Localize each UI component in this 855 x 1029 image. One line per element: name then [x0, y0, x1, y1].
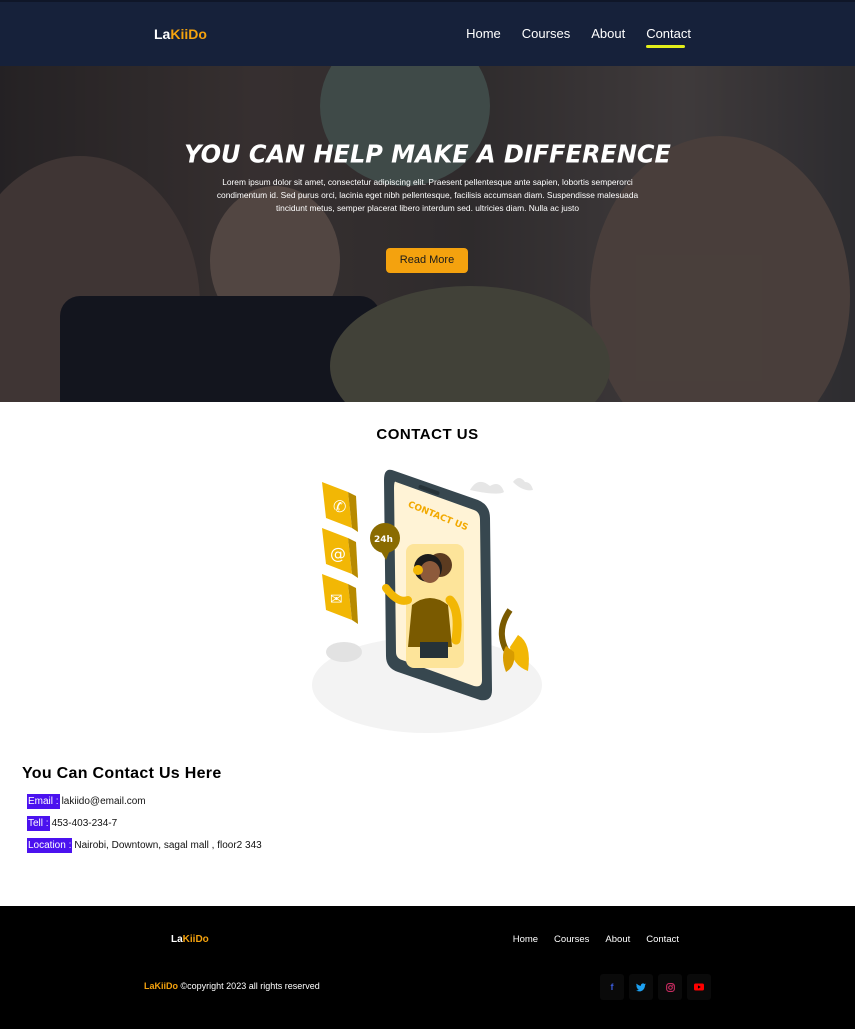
svg-text:✆: ✆: [333, 497, 346, 516]
footer-link-about[interactable]: About: [605, 934, 630, 945]
tel-value[interactable]: 453-403-234-7: [52, 818, 118, 829]
read-more-button[interactable]: Read More: [386, 248, 468, 273]
site-footer: LaKiiDo Home Courses About Contact LaKii…: [0, 906, 855, 1029]
cloud-icon: [470, 481, 504, 494]
location-label: Location :: [27, 838, 73, 853]
logo-text-la: La: [154, 26, 171, 42]
illustration-floor-spot: [326, 642, 362, 662]
footer-link-home[interactable]: Home: [513, 934, 538, 945]
contact-us-illustration: ✆ @ ✉ CONTACT US 24h: [312, 469, 542, 733]
smartphone-icon: CONTACT US: [384, 469, 492, 701]
logo-text-kiido: KiiDo: [170, 26, 207, 42]
nav-links: Home Courses About Contact: [466, 26, 691, 48]
nav-link-contact[interactable]: Contact: [646, 26, 691, 48]
footer-logo-kiido: KiiDo: [182, 934, 209, 945]
tel-label: Tell :: [27, 816, 50, 831]
hero-overlay: [0, 66, 855, 402]
hero-description: Lorem ipsum dolor sit amet, consectetur …: [216, 177, 639, 213]
phone-tile-icon: ✆: [322, 482, 358, 532]
nav-link-courses[interactable]: Courses: [522, 26, 570, 41]
hero-banner: YOU CAN HELP MAKE A DIFFERENCE Lorem ips…: [0, 66, 855, 402]
envelope-tile-icon: ✉: [322, 574, 358, 624]
location-value: Nairobi, Downtown, sagal mall , floor2 3…: [74, 840, 262, 851]
footer-logo[interactable]: LaKiiDo: [171, 934, 209, 945]
contact-info-heading: You Can Contact Us Here: [22, 765, 222, 782]
email-label: Email :: [27, 794, 60, 809]
footer-links: Home Courses About Contact: [513, 934, 679, 945]
social-links: f: [600, 974, 711, 1000]
location-row: Location : Nairobi, Downtown, sagal mall…: [27, 838, 262, 853]
footer-link-contact[interactable]: Contact: [646, 934, 679, 945]
youtube-icon[interactable]: [687, 974, 711, 1000]
nav-link-about[interactable]: About: [591, 26, 625, 41]
hero-title: YOU CAN HELP MAKE A DIFFERENCE: [184, 139, 671, 169]
email-row: Email : lakiido@email.com: [27, 794, 146, 809]
badge-24h-text: 24h: [374, 535, 393, 545]
email-at-tile-icon: @: [322, 528, 358, 578]
cloud-icon: [513, 478, 533, 491]
svg-text:✉: ✉: [330, 590, 343, 608]
facebook-icon[interactable]: f: [600, 974, 624, 1000]
copyright-brand: LaKiiDo: [144, 981, 179, 991]
phone-row: Tell : 453-403-234-7: [27, 816, 117, 831]
contact-section-title: CONTACT US: [376, 426, 479, 443]
top-navbar: LaKiiDo Home Courses About Contact: [0, 0, 855, 66]
email-value[interactable]: lakiido@email.com: [62, 796, 146, 807]
nav-link-home[interactable]: Home: [466, 26, 501, 41]
footer-link-courses[interactable]: Courses: [554, 934, 589, 945]
svg-text:@: @: [330, 544, 346, 563]
copyright-text: ©copyright 2023 all rights reserved: [180, 981, 320, 991]
site-logo[interactable]: LaKiiDo: [154, 26, 207, 42]
footer-logo-la: La: [171, 934, 183, 945]
twitter-icon[interactable]: [629, 974, 653, 1000]
instagram-icon[interactable]: [658, 974, 682, 1000]
footer-copyright: LaKiiDo ©copyright 2023 all rights reser…: [144, 981, 320, 991]
